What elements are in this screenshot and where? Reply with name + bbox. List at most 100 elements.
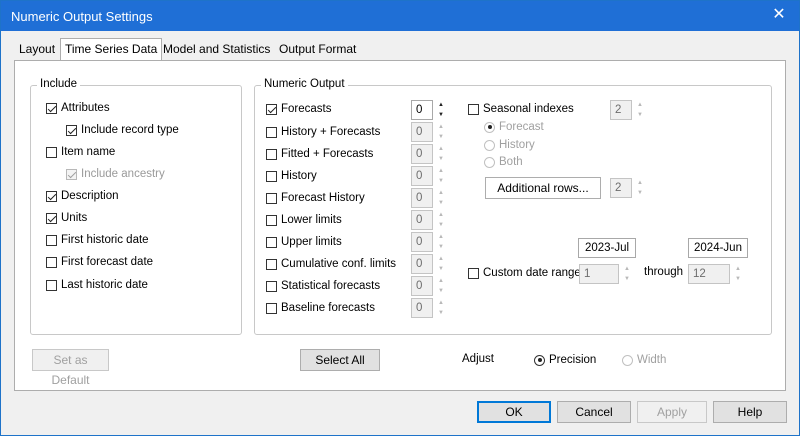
arrow-down-icon[interactable]: ▼ <box>438 132 444 142</box>
numeric-output-legend: Numeric Output <box>261 78 348 90</box>
tab-layout[interactable]: Layout <box>15 39 59 59</box>
arrow-up-icon[interactable]: ▲ <box>637 100 643 110</box>
cumulative-conf-limits-value[interactable]: 0 <box>411 254 433 274</box>
include-ancestry-checkbox[interactable]: Include ancestry <box>66 166 165 182</box>
include-record-type-checkbox[interactable]: Include record type <box>66 122 179 138</box>
statistical-forecasts-value[interactable]: 0 <box>411 276 433 296</box>
arrow-down-icon[interactable]: ▼ <box>438 242 444 252</box>
seasonal-indexes-value[interactable]: 2 <box>610 100 632 120</box>
arrow-down-icon[interactable]: ▼ <box>735 274 741 284</box>
select-all-button[interactable]: Select All <box>300 349 380 371</box>
additional-rows-button[interactable]: Additional rows... <box>485 177 601 199</box>
tab-output-format[interactable]: Output Format <box>275 39 360 59</box>
width-radio[interactable]: Width <box>622 352 666 368</box>
last-historic-date-checkbox[interactable]: Last historic date <box>46 277 148 293</box>
description-checkbox[interactable]: Description <box>46 188 119 204</box>
arrow-down-icon[interactable]: ▼ <box>438 154 444 164</box>
statistical-forecasts-checkbox[interactable]: Statistical forecasts <box>266 278 380 294</box>
end-period-value[interactable]: 12 <box>688 264 730 284</box>
cumulative-conf-limits-checkbox[interactable]: Cumulative conf. limits <box>266 256 396 272</box>
lower-limits-value[interactable]: 0 <box>411 210 433 230</box>
start-period-spinner[interactable]: 1 ▲ ▼ <box>579 264 634 284</box>
arrow-up-icon[interactable]: ▲ <box>438 276 444 286</box>
units-checkbox[interactable]: Units <box>46 210 87 226</box>
baseline-forecasts-value[interactable]: 0 <box>411 298 433 318</box>
first-historic-date-checkbox[interactable]: First historic date <box>46 232 149 248</box>
seasonal-both-radio[interactable]: Both <box>484 154 523 170</box>
forecasts-value[interactable]: 0 <box>411 100 433 120</box>
first-forecast-date-checkbox[interactable]: First forecast date <box>46 254 153 270</box>
radio-dot <box>622 354 633 366</box>
arrow-up-icon[interactable]: ▲ <box>438 144 444 154</box>
arrow-up-icon[interactable]: ▲ <box>438 254 444 264</box>
arrow-up-icon[interactable]: ▲ <box>438 122 444 132</box>
history-checkbox[interactable]: History <box>266 168 317 184</box>
arrow-up-icon[interactable]: ▲ <box>624 264 630 274</box>
lower-limits-spinner[interactable]: 0 ▲ ▼ <box>411 210 448 230</box>
apply-button[interactable]: Apply <box>637 401 707 423</box>
arrow-down-icon[interactable]: ▼ <box>438 176 444 186</box>
fitted-forecasts-value[interactable]: 0 <box>411 144 433 164</box>
seasonal-forecast-radio[interactable]: Forecast <box>484 119 544 135</box>
arrow-down-icon[interactable]: ▼ <box>438 286 444 296</box>
history-forecasts-value[interactable]: 0 <box>411 122 433 142</box>
baseline-forecasts-spinner[interactable]: 0 ▲ ▼ <box>411 298 448 318</box>
custom-date-range-checkbox[interactable]: Custom date range <box>468 265 581 281</box>
radio-dot <box>534 354 545 366</box>
arrow-down-icon[interactable]: ▼ <box>438 220 444 230</box>
ok-button[interactable]: OK <box>477 401 551 423</box>
seasonal-history-radio[interactable]: History <box>484 137 535 153</box>
cancel-button[interactable]: Cancel <box>557 401 631 423</box>
end-date-display: 2024-Jun <box>688 238 748 258</box>
checkbox-box <box>266 280 277 292</box>
end-period-spinner[interactable]: 12 ▲ ▼ <box>688 264 745 284</box>
statistical-forecasts-spinner[interactable]: 0 ▲ ▼ <box>411 276 448 296</box>
arrow-up-icon[interactable]: ▲ <box>438 100 444 110</box>
forecast-history-value[interactable]: 0 <box>411 188 433 208</box>
lower-limits-checkbox[interactable]: Lower limits <box>266 212 342 228</box>
baseline-forecasts-checkbox[interactable]: Baseline forecasts <box>266 300 375 316</box>
upper-limits-value[interactable]: 0 <box>411 232 433 252</box>
seasonal-indexes-spinner[interactable]: 2 ▲ ▼ <box>610 100 647 120</box>
seasonal-indexes-checkbox[interactable]: Seasonal indexes <box>468 101 574 117</box>
set-as-default-button[interactable]: Set as Default <box>32 349 109 387</box>
arrow-down-icon[interactable]: ▼ <box>637 110 643 120</box>
arrow-down-icon[interactable]: ▼ <box>624 274 630 284</box>
upper-limits-checkbox[interactable]: Upper limits <box>266 234 342 250</box>
arrow-up-icon[interactable]: ▲ <box>438 298 444 308</box>
forecasts-checkbox[interactable]: Forecasts <box>266 101 332 117</box>
arrow-up-icon[interactable]: ▲ <box>637 178 643 188</box>
arrow-down-icon[interactable]: ▼ <box>438 264 444 274</box>
item-name-checkbox[interactable]: Item name <box>46 144 115 160</box>
fitted-forecasts-spinner[interactable]: 0 ▲ ▼ <box>411 144 448 164</box>
arrow-down-icon[interactable]: ▼ <box>637 188 643 198</box>
arrow-down-icon[interactable]: ▼ <box>438 198 444 208</box>
fitted-forecasts-checkbox[interactable]: Fitted + Forecasts <box>266 146 373 162</box>
start-period-value[interactable]: 1 <box>579 264 619 284</box>
history-forecasts-checkbox[interactable]: History + Forecasts <box>266 124 380 140</box>
history-value[interactable]: 0 <box>411 166 433 186</box>
history-forecasts-spinner[interactable]: 0 ▲ ▼ <box>411 122 448 142</box>
attributes-checkbox[interactable]: Attributes <box>46 100 110 116</box>
additional-rows-value[interactable]: 2 <box>610 178 632 198</box>
history-spinner[interactable]: 0 ▲ ▼ <box>411 166 448 186</box>
arrow-down-icon[interactable]: ▼ <box>438 110 444 120</box>
tab-time-series-data[interactable]: Time Series Data <box>60 38 163 61</box>
forecast-history-spinner[interactable]: 0 ▲ ▼ <box>411 188 448 208</box>
arrow-up-icon[interactable]: ▲ <box>735 264 741 274</box>
cumulative-conf-limits-spinner[interactable]: 0 ▲ ▼ <box>411 254 448 274</box>
help-button[interactable]: Help <box>713 401 787 423</box>
arrow-up-icon[interactable]: ▲ <box>438 210 444 220</box>
upper-limits-spinner[interactable]: 0 ▲ ▼ <box>411 232 448 252</box>
additional-rows-spinner[interactable]: 2 ▲ ▼ <box>610 178 647 198</box>
checkbox-box <box>266 103 277 115</box>
arrow-up-icon[interactable]: ▲ <box>438 232 444 242</box>
forecast-history-checkbox[interactable]: Forecast History <box>266 190 365 206</box>
forecasts-spinner[interactable]: 0 ▲ ▼ <box>411 100 448 120</box>
tab-model-and-statistics[interactable]: Model and Statistics <box>159 39 274 59</box>
close-icon[interactable]: ✕ <box>767 5 791 25</box>
precision-radio[interactable]: Precision <box>534 352 596 368</box>
arrow-up-icon[interactable]: ▲ <box>438 188 444 198</box>
arrow-down-icon[interactable]: ▼ <box>438 308 444 318</box>
arrow-up-icon[interactable]: ▲ <box>438 166 444 176</box>
